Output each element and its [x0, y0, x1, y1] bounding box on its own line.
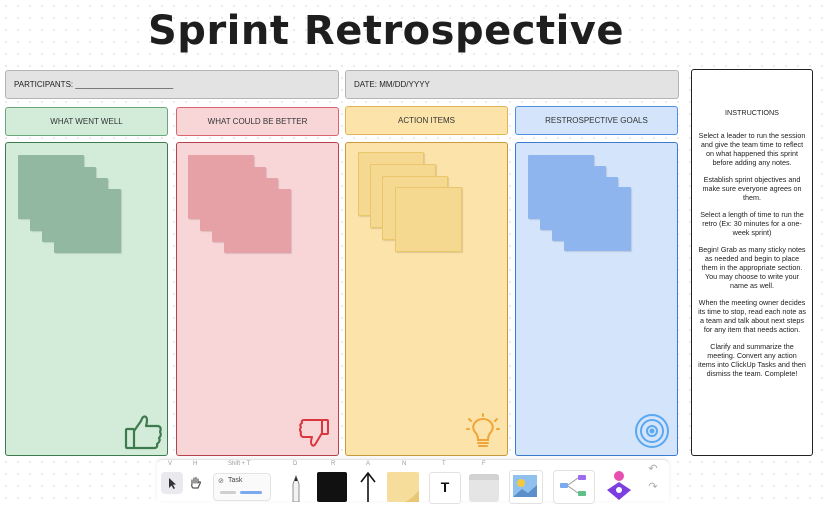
redo-button[interactable]: ↷: [645, 480, 661, 496]
more-tools-button[interactable]: [603, 468, 635, 502]
column-header-label: ACTION ITEMS: [398, 116, 455, 125]
instruction-step: Establish sprint objectives and make sur…: [702, 175, 802, 202]
board-title: Sprint Retrospective: [148, 8, 624, 54]
apps-icon: [607, 471, 631, 500]
select-tool-button[interactable]: [161, 472, 183, 494]
sticky-note-tool-button[interactable]: [387, 472, 419, 502]
participants-field[interactable]: PARTICIPANTS: ______________________: [5, 70, 339, 99]
frame-tool-button[interactable]: [469, 474, 499, 502]
instruction-step: When the meeting owner decides its time …: [698, 298, 806, 334]
column-header-action-items[interactable]: ACTION ITEMS: [345, 106, 508, 135]
pen-icon: [292, 474, 300, 503]
task-progress-line: [240, 491, 262, 494]
shortcut-rect: R: [331, 461, 336, 467]
undo-icon: ↶: [648, 463, 658, 475]
column-header-label: RESTROSPECTIVE GOALS: [545, 116, 648, 125]
column-header-retrospective-goals[interactable]: RESTROSPECTIVE GOALS: [515, 106, 678, 135]
arrow-tool-button[interactable]: [357, 470, 379, 502]
sticky-note[interactable]: [224, 189, 291, 253]
instructions-panel[interactable]: INSTRUCTIONS Select a leader to run the …: [691, 69, 813, 456]
task-tool-button[interactable]: ⊘ Task: [213, 473, 271, 501]
cursor-icon: [169, 478, 176, 489]
instruction-step: Begin! Grab as many sticky notes as need…: [698, 245, 806, 290]
instruction-step: Select a length of time to run the retro…: [700, 210, 804, 237]
image-tool-button[interactable]: [509, 470, 543, 504]
sticky-note[interactable]: [54, 189, 121, 253]
task-tool-label: Task: [228, 477, 243, 484]
column-header-went-well[interactable]: WHAT WENT WELL: [5, 107, 168, 136]
shortcut-note: N: [402, 461, 407, 467]
draw-tool-button[interactable]: [285, 472, 307, 503]
mindmap-icon: [560, 475, 586, 496]
shortcut-frame: F: [482, 461, 486, 467]
image-icon: [513, 475, 537, 497]
note-curl-icon: [405, 490, 419, 502]
redo-icon: ↷: [648, 481, 658, 493]
undo-button[interactable]: ↶: [645, 462, 661, 478]
text-t-icon: T: [440, 479, 450, 495]
task-placeholder-line: [220, 491, 236, 494]
frame-header-icon: [469, 474, 499, 480]
arrow-up-icon: [360, 471, 376, 502]
thumbs-up-icon: [124, 415, 162, 450]
instruction-step: Select a leader to run the session and g…: [698, 131, 806, 167]
rectangle-tool-button[interactable]: [317, 472, 347, 502]
sticky-note[interactable]: [395, 187, 462, 252]
task-check-icon: ⊘: [218, 478, 224, 485]
mindmap-tool-button[interactable]: [553, 470, 595, 504]
target-icon: [635, 414, 669, 448]
lightbulb-icon: [466, 413, 500, 447]
column-header-label: WHAT WENT WELL: [50, 117, 123, 126]
text-tool-button[interactable]: T: [429, 472, 461, 504]
shortcut-hand: H: [193, 461, 198, 467]
column-header-could-be-better[interactable]: WHAT COULD BE BETTER: [176, 107, 339, 136]
shortcut-arrow: A: [366, 461, 371, 467]
participants-label: PARTICIPANTS: ______________________: [14, 80, 174, 89]
column-header-label: WHAT COULD BE BETTER: [207, 117, 308, 126]
shortcut-text: T: [442, 461, 446, 467]
instructions-heading: INSTRUCTIONS: [725, 108, 779, 117]
shortcut-task: Shift + T: [228, 461, 251, 467]
hand-tool-button[interactable]: [185, 472, 207, 494]
date-label: DATE: MM/DD/YYYY: [354, 80, 430, 89]
hand-icon: [191, 476, 202, 489]
shortcut-draw: D: [293, 461, 298, 467]
instruction-step: Clarify and summarize the meeting. Conve…: [698, 342, 806, 378]
whiteboard-toolbar: V H Shift + T D R A N T F ⊘ Task T ↶ ↷: [157, 459, 669, 504]
sticky-note[interactable]: [564, 187, 631, 251]
thumbs-down-icon: [299, 419, 329, 447]
shortcut-select: V: [168, 461, 173, 467]
date-field[interactable]: DATE: MM/DD/YYYY: [345, 70, 679, 99]
